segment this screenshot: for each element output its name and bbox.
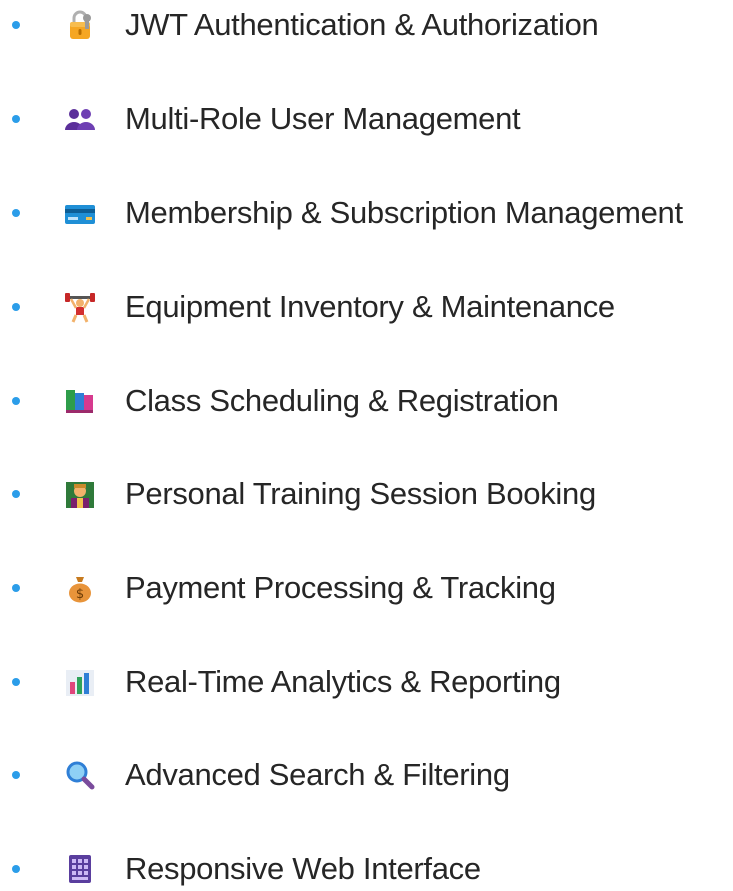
feature-label: Multi-Role User Management [125, 101, 521, 136]
feature-label: Class Scheduling & Registration [125, 383, 559, 418]
feature-label: JWT Authentication & Authorization [125, 7, 599, 42]
credit-card-icon [62, 197, 98, 229]
bullet-icon [12, 584, 20, 592]
bullet-icon [12, 21, 20, 29]
list-item: $ Payment Processing & Tracking [0, 566, 733, 610]
users-icon [62, 103, 98, 135]
list-item: Responsive Web Interface [0, 847, 733, 891]
list-item: Advanced Search & Filtering [0, 753, 733, 797]
bullet-icon [12, 303, 20, 311]
feature-label: Equipment Inventory & Maintenance [125, 289, 615, 324]
lock-key-icon [62, 9, 98, 41]
feature-label: Advanced Search & Filtering [125, 757, 510, 792]
feature-label: Payment Processing & Tracking [125, 570, 556, 605]
trainer-icon [62, 478, 98, 510]
svg-text:$: $ [76, 587, 84, 602]
bullet-icon [12, 771, 20, 779]
keypad-icon [62, 853, 98, 885]
bar-chart-icon [62, 666, 98, 698]
list-item: Class Scheduling & Registration [0, 379, 733, 423]
list-item: Personal Training Session Booking [0, 472, 733, 516]
list-item: Equipment Inventory & Maintenance [0, 285, 733, 329]
bullet-icon [12, 865, 20, 873]
books-icon [62, 385, 98, 417]
list-item: Membership & Subscription Management [0, 191, 733, 235]
bullet-icon [12, 490, 20, 498]
weightlifter-icon [62, 291, 98, 323]
bullet-icon [12, 209, 20, 217]
list-item: Multi-Role User Management [0, 97, 733, 141]
bullet-icon [12, 678, 20, 686]
list-item: Real-Time Analytics & Reporting [0, 660, 733, 704]
feature-label: Membership & Subscription Management [125, 195, 683, 230]
feature-list: JWT Authentication & Authorization Multi… [0, 0, 733, 887]
feature-label: Real-Time Analytics & Reporting [125, 664, 561, 699]
feature-label: Responsive Web Interface [125, 851, 481, 886]
magnifier-icon [62, 759, 98, 791]
bullet-icon [12, 397, 20, 405]
list-item: JWT Authentication & Authorization [0, 3, 733, 47]
bullet-icon [12, 115, 20, 123]
feature-label: Personal Training Session Booking [125, 476, 596, 511]
money-bag-icon: $ [62, 572, 98, 604]
